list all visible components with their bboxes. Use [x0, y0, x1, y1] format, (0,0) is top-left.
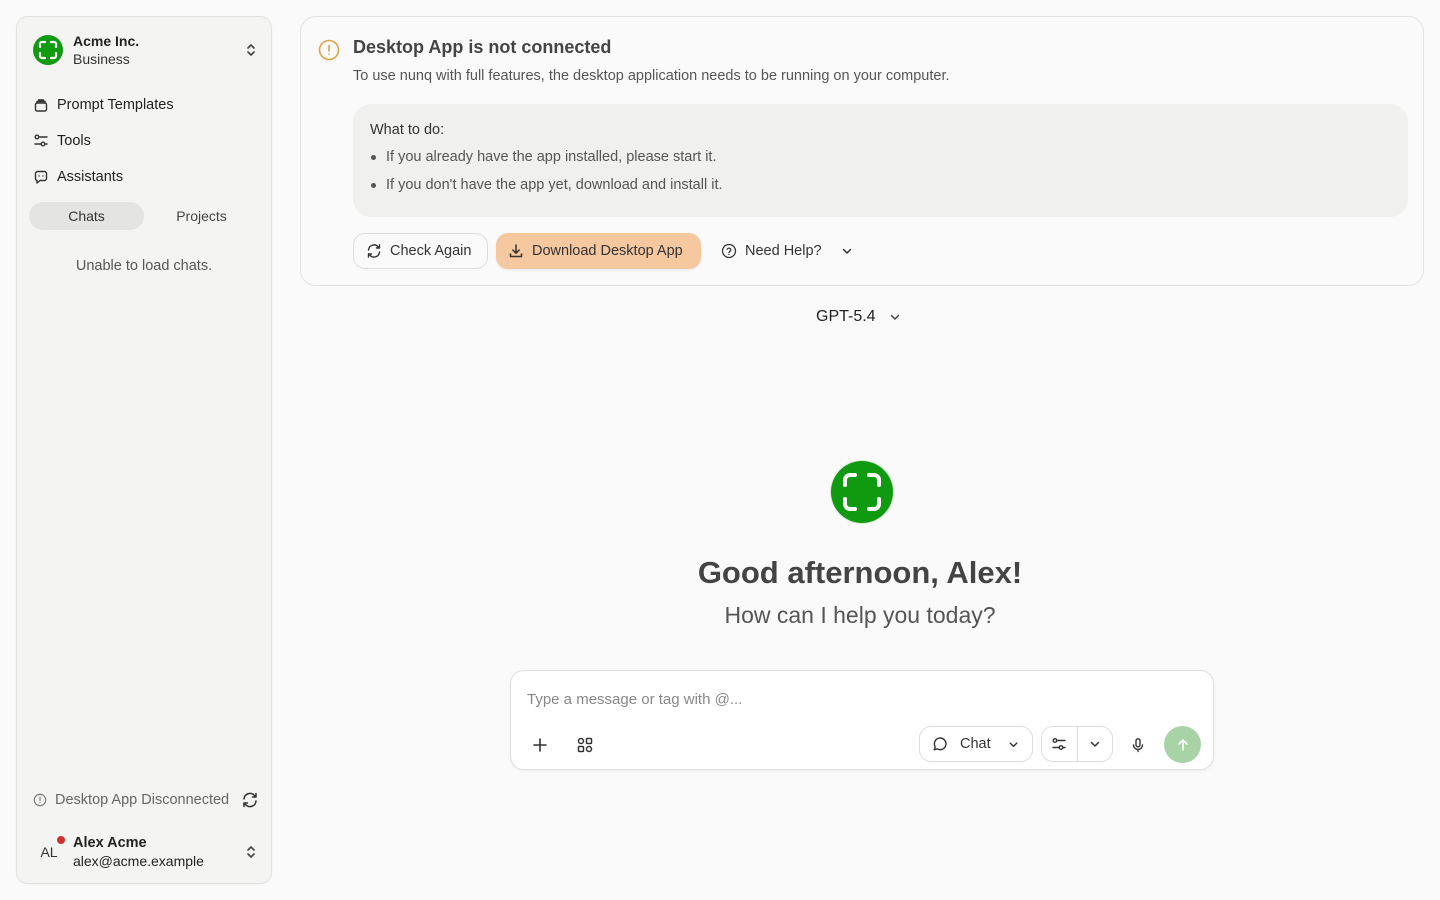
microphone-button[interactable]: [1125, 732, 1151, 758]
desktop-status-text: Desktop App Disconnected: [55, 792, 230, 808]
alert-title: Desktop App is not connected: [353, 37, 612, 57]
status-dot: [57, 836, 65, 844]
help-circle-icon: [721, 243, 737, 259]
chevron-down-icon: [842, 248, 851, 254]
chevrons-up-down-icon: [247, 846, 255, 858]
tools-settings-button[interactable]: [1042, 727, 1077, 761]
download-desktop-app-button[interactable]: Download Desktop App: [496, 233, 701, 269]
tools-dropdown-button[interactable]: [1076, 727, 1112, 761]
greeting: Good afternoon, Alex!: [697, 555, 1023, 590]
org-plan: Business: [73, 51, 130, 67]
alert-actions: Check Again Download Desktop App Need He…: [353, 233, 866, 269]
refresh-icon[interactable]: [241, 791, 259, 809]
chevron-down-icon: [890, 314, 899, 320]
alert-circle-icon: [33, 793, 47, 807]
greeting-subtitle: How can I help you today?: [724, 602, 996, 628]
todo-list: If you already have the app installed, p…: [370, 148, 1391, 204]
chats-projects-toggle: Chats Projects: [29, 202, 259, 230]
download-label: Download Desktop App: [532, 243, 683, 259]
list-item: If you don't have the app yet, download …: [370, 176, 1391, 204]
send-button[interactable]: [1164, 726, 1201, 763]
avatar-initials: AL: [40, 844, 58, 860]
sidebar-item-assistants[interactable]: Assistants: [33, 159, 259, 195]
check-again-button[interactable]: Check Again: [353, 233, 488, 269]
sidebar: Acme Inc. Business Prompt Templates Tool…: [16, 16, 272, 884]
user-menu[interactable]: AL Alex Acme alex@acme.example: [33, 832, 259, 872]
message-input[interactable]: [527, 688, 1197, 710]
add-attachment-button[interactable]: [527, 732, 553, 758]
chat-mode-select[interactable]: Chat: [919, 726, 1033, 762]
template-icon: [34, 99, 48, 112]
microphone-icon: [1132, 738, 1144, 753]
tools-split-button: [1041, 726, 1113, 762]
todo-box: What to do: If you already have the app …: [353, 104, 1408, 217]
model-selector[interactable]: GPT-5.4: [804, 304, 914, 330]
chevrons-up-down-icon: [247, 44, 255, 56]
model-name: GPT-5.4: [816, 308, 876, 325]
plus-icon: [533, 738, 547, 752]
tools-icon: [34, 134, 48, 147]
tab-chats[interactable]: Chats: [29, 202, 144, 230]
brand-logo-icon: [831, 461, 893, 523]
need-help-label: Need Help?: [745, 243, 822, 259]
alert-circle-icon: [318, 39, 340, 61]
message-composer: Chat: [510, 670, 1214, 770]
refresh-icon: [367, 244, 381, 258]
todo-title: What to do:: [370, 122, 445, 138]
assistant-icon: [34, 170, 48, 184]
org-name: Acme Inc.: [73, 33, 140, 49]
sidebar-item-label: Assistants: [57, 169, 124, 185]
list-item: If you already have the app installed, p…: [370, 148, 1391, 176]
user-email: alex@acme.example: [73, 853, 204, 869]
sidebar-item-tools[interactable]: Tools: [33, 123, 259, 159]
apps-button[interactable]: [572, 732, 598, 758]
alert-description: To use nunq with full features, the desk…: [353, 68, 950, 84]
need-help-button[interactable]: Need Help?: [709, 233, 866, 269]
message-circle-icon: [933, 737, 947, 751]
tab-projects[interactable]: Projects: [144, 202, 259, 230]
user-name: Alex Acme: [73, 835, 147, 851]
avatar: AL: [33, 836, 65, 868]
org-logo-icon: [33, 35, 63, 65]
check-again-label: Check Again: [390, 243, 472, 259]
sidebar-item-label: Tools: [57, 133, 91, 149]
sidebar-item-label: Prompt Templates: [57, 97, 174, 113]
chevron-down-icon: [1009, 741, 1018, 747]
chevron-down-icon: [1090, 741, 1100, 747]
arrow-up-icon: [1177, 738, 1188, 751]
command-icon: [577, 737, 593, 753]
desktop-status: Desktop App Disconnected: [33, 779, 259, 821]
chats-empty-message: Unable to load chats.: [75, 258, 213, 274]
sidebar-item-prompt-templates[interactable]: Prompt Templates: [33, 87, 259, 123]
desktop-app-alert: Desktop App is not connected To use nunq…: [300, 16, 1424, 286]
sliders-icon: [1052, 738, 1067, 750]
download-icon: [509, 244, 523, 258]
sidebar-nav: Prompt Templates Tools Assistants: [33, 87, 259, 195]
org-switcher[interactable]: Acme Inc. Business: [33, 31, 259, 69]
chat-mode-label: Chat: [960, 736, 991, 752]
